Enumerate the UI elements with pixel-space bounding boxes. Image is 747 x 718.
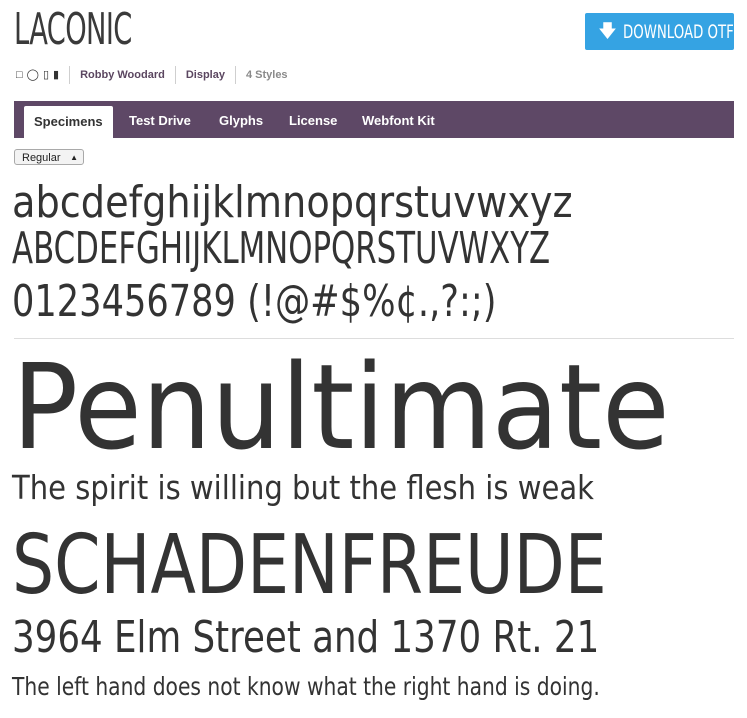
tab-specimens[interactable]: Specimens: [24, 106, 113, 138]
category-link[interactable]: Display: [186, 69, 225, 81]
desktop-icon: □: [16, 68, 23, 81]
font-meta-bar: □ ◯ ▯ ▮ Robby Woodard Display 4 Styles: [16, 66, 288, 84]
updown-arrows-icon: ▲: [70, 153, 78, 162]
style-select-value: Regular: [22, 152, 61, 164]
download-label: DOWNLOAD OTF: [622, 20, 734, 43]
divider: [69, 66, 71, 84]
tab-webfont-kit[interactable]: Webfont Kit: [362, 101, 435, 138]
style-select[interactable]: Regular ▲: [14, 149, 84, 165]
sample-left-hand: The left hand does not know what the rig…: [12, 672, 600, 701]
usage-icons: □ ◯ ▯ ▮: [16, 68, 60, 81]
download-otf-button[interactable]: 🡇 DOWNLOAD OTF: [585, 13, 734, 50]
phone-icon: ▮: [53, 68, 60, 81]
arrow-down-icon: 🡇: [598, 20, 617, 42]
sample-schadenfreude: SCHADENFREUDE: [12, 518, 607, 613]
tab-glyphs[interactable]: Glyphs: [219, 101, 263, 138]
sample-spirit: The spirit is willing but the flesh is w…: [12, 468, 594, 507]
divider: [234, 66, 236, 84]
charset-uppercase: ABCDEFGHIJKLMNOPQRSTUVWXYZ: [12, 223, 551, 274]
divider: [174, 66, 176, 84]
font-title: LACONIC: [14, 4, 132, 55]
tablet-icon: ▯: [42, 68, 50, 81]
sample-penultimate: Penultimate: [12, 338, 670, 476]
charset-digits-punctuation: 0123456789 (!@#$%¢.,?:;): [12, 276, 497, 327]
tab-license[interactable]: License: [289, 101, 337, 138]
tab-bar: Specimens Test Drive Glyphs License Webf…: [14, 101, 734, 138]
styles-count: 4 Styles: [245, 69, 288, 81]
sample-address: 3964 Elm Street and 1370 Rt. 21: [12, 612, 600, 663]
globe-icon: ◯: [26, 68, 39, 81]
charset-lowercase: abcdefghijklmnopqrstuvwxyz: [12, 177, 573, 228]
tab-test-drive[interactable]: Test Drive: [129, 101, 191, 138]
author-link[interactable]: Robby Woodard: [80, 69, 165, 81]
